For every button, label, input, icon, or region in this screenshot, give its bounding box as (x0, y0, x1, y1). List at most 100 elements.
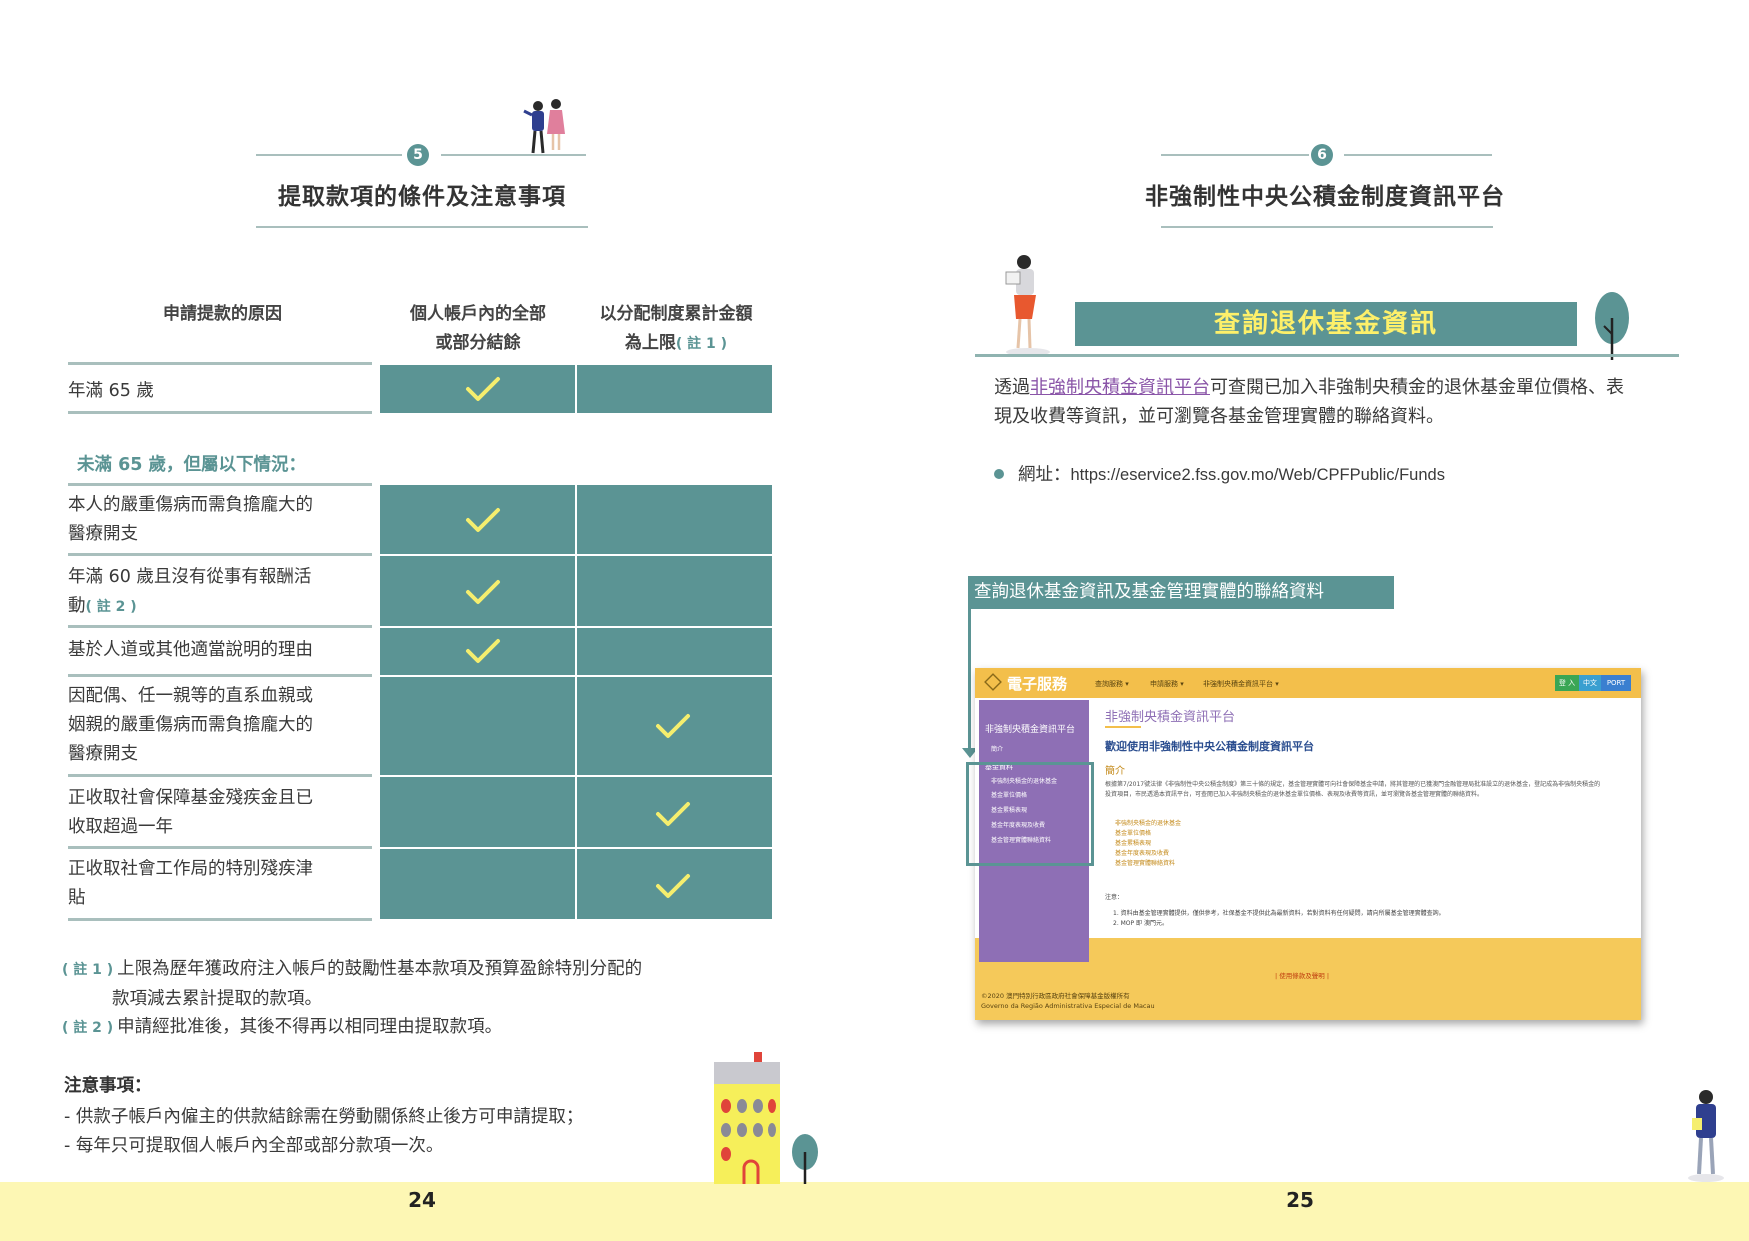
shot-intro-heading: 簡介 (1105, 766, 1125, 777)
under-65-heading: 未滿 65 歲，但屬以下情況： (77, 455, 307, 475)
shot-side-intro[interactable]: 簡介 (991, 744, 1003, 753)
shot-side-title[interactable]: 非強制央積金資訊平台 (985, 722, 1075, 735)
footnote-2-text: 申請經批准後，其後不得再以相同理由提取款項。 (117, 1017, 503, 1037)
footnote-1-line1: ( 註 1 ) 上限為歷年獲政府注入帳戶的鼓勵性基本款項及預算盈餘特別分配的 (62, 955, 642, 985)
row-rule (68, 674, 372, 677)
tree-illustration (792, 1134, 818, 1184)
platform-link[interactable]: 非強制央積金資訊平台 (1030, 377, 1210, 398)
row-label-line: 動( 註 2 ) (68, 592, 137, 622)
intro-paragraph: 透過非強制央積金資訊平台可查閱已加入非強制央積金的退休基金單位價格、表 現及收費… (994, 373, 1674, 431)
row-rule (68, 625, 372, 628)
shot-list-item[interactable]: 非強制央積金的退休基金 (1115, 818, 1181, 827)
notice-item: - 每年只可提取個人帳戶內全部或部分款項一次。 (64, 1136, 444, 1156)
shot-menu-platform[interactable]: 非強制央積金資訊平台 ▾ (1203, 679, 1279, 689)
shot-login-button[interactable]: 登 入 (1555, 675, 1579, 691)
shot-title-underline (1105, 726, 1141, 728)
page-number-24: 24 (408, 1188, 436, 1212)
check-icon (656, 874, 690, 898)
intro-pre: 透過 (994, 377, 1030, 398)
row-label-line: 本人的嚴重傷病而需負擔龐大的 (68, 495, 313, 515)
shot-page-title: 非強制央積金資訊平台 (1105, 710, 1236, 725)
page-number-25: 25 (1286, 1188, 1314, 1212)
section-6-badge: 6 (1311, 144, 1333, 166)
row-rule (68, 846, 372, 849)
footnote-1-tag: ( 註 1 ) (62, 962, 114, 978)
intro-post-2: 現及收費等資訊，並可瀏覽各基金管理實體的聯絡資料。 (994, 406, 1444, 427)
cell-full (380, 849, 575, 919)
shot-menu-apply[interactable]: 申請服務 ▾ (1150, 679, 1184, 689)
col-head-limit-note: ( 註 1 ) (675, 336, 728, 352)
bullet-dot (994, 469, 1004, 479)
shot-terms-link[interactable]: | 使用條款及聲明 | (1275, 970, 1329, 980)
col-head-limit: 以分配制度累計金額 為上限( 註 1 ) (578, 300, 774, 359)
shot-menu-query[interactable]: 查詢服務 ▾ (1095, 679, 1129, 689)
shot-list-item[interactable]: 基金年度表現及收費 (1115, 848, 1169, 857)
shot-note-heading: 注意： (1105, 894, 1124, 901)
row-label-line: 正收取社會工作局的特別殘疾津 (68, 859, 313, 879)
section-5-title: 提取款項的條件及注意事項 (278, 184, 566, 210)
row-rule (68, 918, 372, 921)
banner-underline (975, 354, 1679, 357)
row-label-line: 貼 (68, 888, 86, 908)
shot-list-item[interactable]: 基金管理實體聯絡資料 (1115, 858, 1175, 867)
cell-limit (577, 556, 772, 626)
shot-list-item[interactable]: 基金單位價格 (1115, 828, 1151, 837)
row-65-label: 年滿 65 歲 (68, 380, 154, 401)
col-head-limit-line2: 為上限( 註 1 ) (578, 329, 774, 359)
shot-list-item[interactable]: 基金累積表現 (1115, 838, 1151, 847)
section-5-badge: 5 (407, 144, 429, 166)
shot-welcome: 歡迎使用非強制性中央公積金制度資訊平台 (1105, 740, 1314, 753)
footnote-2: ( 註 2 ) 申請經批准後，其後不得再以相同理由提取款項。 (62, 1013, 502, 1043)
row-label-line: 醫療開支 (68, 743, 138, 764)
check-icon (466, 377, 500, 401)
url-label: 網址： (1018, 465, 1071, 485)
notice-item: - 供款子帳戶內僱主的供款結餘需在勞動關係終止後方可申請提取； (64, 1107, 584, 1127)
cell-65-limit (577, 365, 772, 413)
url-line: 網址：https://eservice2.fss.gov.mo/Web/CPFP… (1018, 461, 1445, 486)
row-label-line: 因配偶、任一親等的直系血親或 (68, 685, 313, 706)
callout-connector (968, 609, 971, 749)
row-label-line: 姻親的嚴重傷病而需負擔龐大的 (68, 714, 313, 735)
section-6-line-right (1344, 154, 1492, 156)
shot-brand[interactable]: 電子服務 (1007, 673, 1067, 694)
row-note-tag: ( 註 2 ) (85, 598, 137, 615)
shot-note-item: 1. 資料由基金管理實體提供，僅供參考，社保基金不提供此為最新資料，若對資料有任… (1113, 910, 1445, 917)
footnote-1: ( 註 1 ) 上限為歷年獲政府注入帳戶的鼓勵性基本款項及預算盈餘特別分配的 款項… (62, 955, 642, 1014)
row-label-line: 收取超過一年 (68, 817, 173, 837)
footnote-2-tag: ( 註 2 ) (62, 1020, 114, 1036)
row-rule (68, 774, 372, 777)
check-icon (466, 580, 500, 604)
couple-illustration (523, 99, 565, 154)
cell-full (380, 777, 575, 847)
shot-port-button[interactable]: PORT (1601, 675, 1631, 691)
row-label-line: 正收取社會保障基金殘疾金且已 (68, 788, 313, 808)
col-head-limit-line1: 以分配制度累計金額 (599, 304, 753, 324)
row-label: 因配偶、任一親等的直系血親或 姻親的嚴重傷病而需負擔龐大的 醫療開支 (68, 680, 340, 770)
row-label-line: 年滿 60 歲且沒有從事有報酬活 (68, 566, 312, 587)
row-rule (68, 362, 372, 365)
section-5-line-left (256, 154, 402, 156)
intro-post-1: 可查閱已加入非強制央積金的退休基金單位價格、表 (1210, 377, 1624, 398)
shot-lang-button[interactable]: 中文 (1579, 675, 1601, 691)
col-head-full-line1: 個人帳戶內的全部 (410, 304, 546, 324)
shot-note-item: 2. MOP 即 澳門元。 (1113, 920, 1168, 927)
url-link[interactable]: https://eservice2.fss.gov.mo/Web/CPFPubl… (1071, 466, 1445, 484)
man-with-documents-illustration (1688, 1090, 1724, 1182)
footnote-1-line2: 款項減去累計提取的款項。 (112, 989, 322, 1009)
row-rule (68, 483, 372, 486)
cell-limit (577, 485, 772, 554)
section-5-underline (256, 226, 588, 228)
row-label: 基於人道或其他適當說明的理由 (68, 639, 313, 660)
col-head-full-line2: 或部分結餘 (435, 333, 521, 353)
row-label: 年滿 60 歲且沒有從事有報酬活 動( 註 2 ) (68, 562, 340, 622)
section-6-underline (1161, 226, 1493, 228)
row-label-text: 動 (68, 595, 86, 616)
woman-reading-illustration (1005, 255, 1050, 356)
row-rule (68, 411, 372, 414)
row-rule (68, 553, 372, 556)
footnote-1-text: 上限為歷年獲政府注入帳戶的鼓勵性基本款項及預算盈餘特別分配的 (117, 959, 643, 979)
check-icon (466, 639, 500, 663)
row-label: 正收取社會保障基金殘疾金且已 收取超過一年 (68, 783, 340, 843)
section-6-title: 非強制性中央公積金制度資訊平台 (1145, 184, 1505, 210)
shot-navbar (975, 668, 1641, 698)
